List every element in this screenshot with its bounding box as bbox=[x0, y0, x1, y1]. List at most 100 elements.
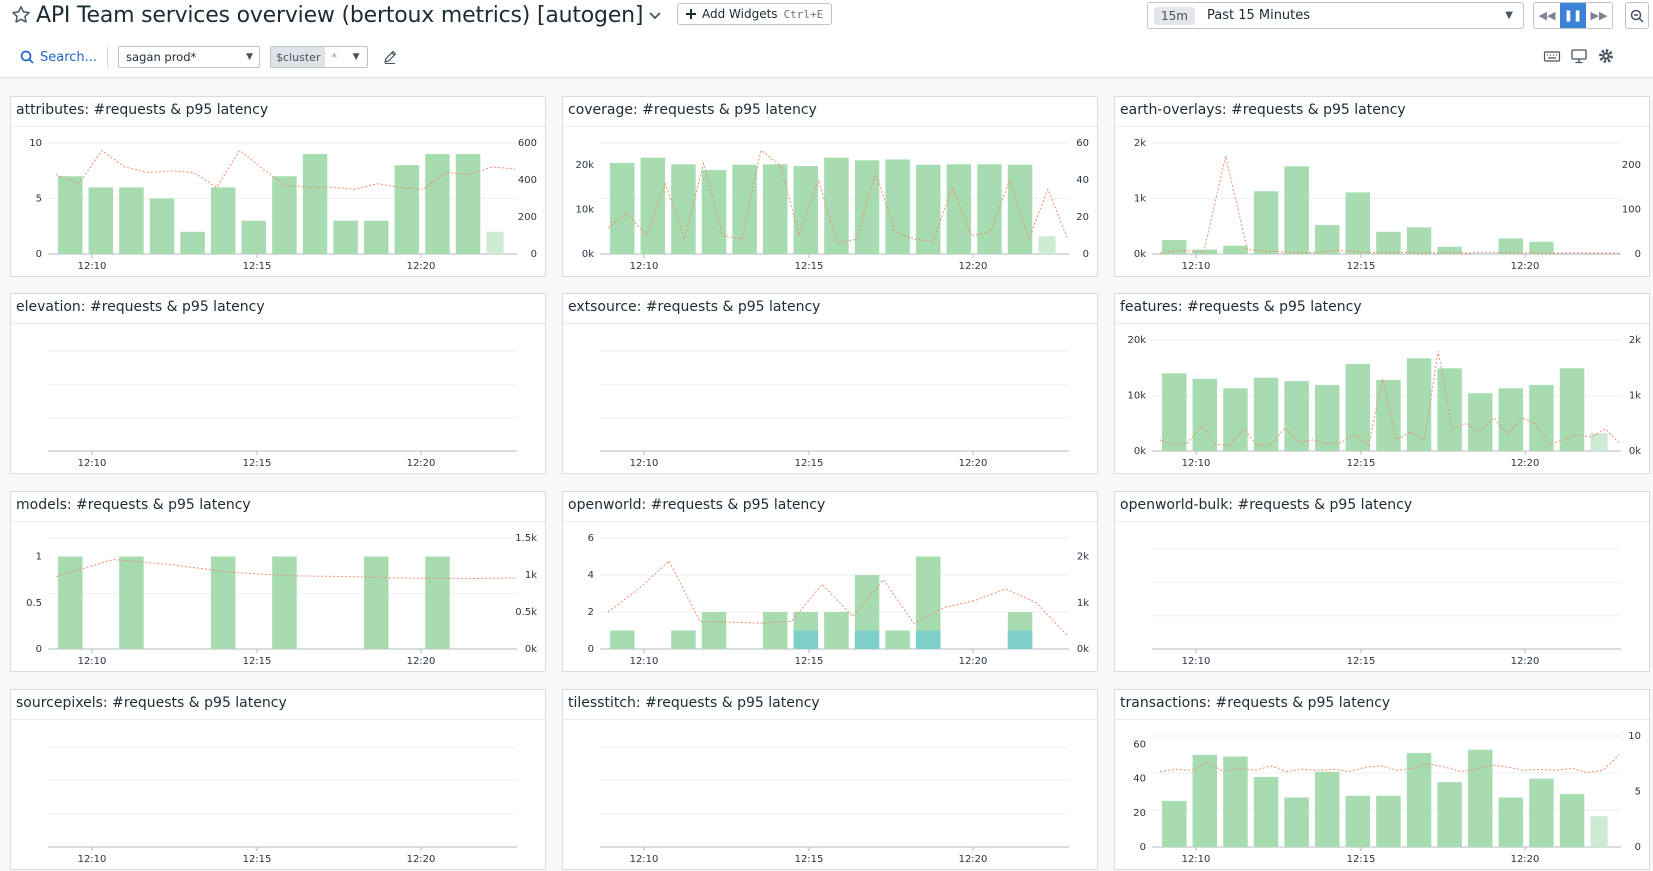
widget-title: sourcepixels: #requests & p95 latency bbox=[16, 695, 287, 711]
y-left-tick-label: 10k bbox=[1127, 391, 1146, 402]
widget-models[interactable]: models: #requests & p95 latency 0 0.5 1 0k 0.… bbox=[10, 491, 546, 672]
request-bar bbox=[1529, 241, 1554, 254]
request-bar bbox=[119, 187, 144, 254]
widget-attributes[interactable]: attributes: #requests & p95 latency 0 5 10 0… bbox=[10, 96, 546, 277]
timeseries-chart[interactable]: 12:10 12:15 12:20 bbox=[1115, 522, 1649, 671]
y-right-tick-label: 2k bbox=[1077, 552, 1089, 563]
widget-transactions[interactable]: transactions: #requests & p95 latency 0 20… bbox=[1114, 689, 1650, 870]
fast-forward-icon[interactable]: ▶▶ bbox=[1586, 3, 1612, 28]
request-bar bbox=[885, 630, 910, 649]
request-bar bbox=[763, 612, 788, 649]
y-left-tick-label: 20 bbox=[1133, 808, 1146, 819]
request-bar bbox=[1223, 388, 1248, 451]
widget-title: features: #requests & p95 latency bbox=[1120, 299, 1362, 315]
widget-elevation[interactable]: elevation: #requests & p95 latency 12:10 1… bbox=[10, 293, 546, 474]
request-bar bbox=[364, 220, 389, 254]
request-bar bbox=[425, 556, 450, 649]
request-bar bbox=[1253, 776, 1279, 847]
pencil-icon[interactable] bbox=[382, 49, 398, 65]
request-bar bbox=[333, 220, 358, 254]
request-bar bbox=[1284, 166, 1309, 254]
search-label: Search... bbox=[40, 49, 98, 65]
request-bar bbox=[119, 556, 144, 649]
y-right-tick-label: 0 bbox=[1635, 249, 1641, 260]
request-bar bbox=[1007, 164, 1033, 254]
timeseries-chart[interactable]: 0 5 10 0 200 400 600 12:10 12:15 12:20 bbox=[11, 127, 545, 276]
widget-openworld-bulk[interactable]: openworld-bulk: #requests & p95 latency 1… bbox=[1114, 491, 1650, 672]
timeseries-chart[interactable]: 0k 10k 20k 0k 1k 2k 12:10 12:15 12:20 bbox=[1115, 324, 1649, 473]
timeseries-chart[interactable]: 0 20 40 60 0 5 10 12:10 12:15 12:20 bbox=[1115, 720, 1649, 869]
x-tick-label: 12:15 bbox=[243, 656, 272, 667]
timeseries-chart[interactable]: 12:10 12:15 12:20 bbox=[563, 720, 1097, 869]
y-left-tick-label: 60 bbox=[1133, 740, 1146, 751]
y-left-tick-label: 2 bbox=[588, 607, 594, 618]
time-range-select[interactable]: 15m Past 15 Minutes ▼ bbox=[1147, 2, 1524, 29]
widget-sourcepixels[interactable]: sourcepixels: #requests & p95 latency 12:… bbox=[10, 689, 546, 870]
y-right-tick-label: 200 bbox=[1622, 160, 1641, 171]
request-bar bbox=[610, 630, 635, 649]
zoom-out-button[interactable] bbox=[1625, 2, 1649, 29]
widget-earth-overlays[interactable]: earth-overlays: #requests & p95 latency 0… bbox=[1114, 96, 1650, 277]
y-right-tick-label: 100 bbox=[1622, 205, 1641, 216]
widget-title: elevation: #requests & p95 latency bbox=[16, 299, 265, 315]
x-tick-label: 12:20 bbox=[407, 261, 436, 272]
x-tick-label: 12:20 bbox=[1511, 656, 1540, 667]
filter-row: Search... sagan prod* ▼ $cluster * ▼ bbox=[20, 44, 398, 70]
widget-openworld[interactable]: openworld: #requests & p95 latency 0 2 4 6 0k… bbox=[562, 491, 1098, 672]
y-right-tick-label: 20 bbox=[1076, 212, 1089, 223]
plus-icon bbox=[686, 9, 696, 19]
timeseries-chart[interactable]: 12:10 12:15 12:20 bbox=[563, 324, 1097, 473]
template-variable-cluster[interactable]: $cluster * ▼ bbox=[270, 46, 369, 68]
request-bar bbox=[1253, 191, 1279, 254]
timeseries-chart[interactable]: 12:10 12:15 12:20 bbox=[11, 720, 545, 869]
x-tick-label: 12:20 bbox=[959, 854, 988, 865]
y-right-tick-label: 0k bbox=[1077, 644, 1089, 655]
pause-icon[interactable]: ❚❚ bbox=[1560, 3, 1586, 28]
y-left-tick-label: 20k bbox=[1127, 335, 1146, 346]
scope-select[interactable]: sagan prod* ▼ bbox=[118, 46, 261, 68]
widget-coverage[interactable]: coverage: #requests & p95 latency 0k 10k 20… bbox=[562, 96, 1098, 277]
y-left-tick-label: 1 bbox=[36, 552, 42, 563]
timeseries-chart[interactable]: 0 2 4 6 0k 1k 2k 12:10 12:15 12:20 bbox=[563, 522, 1097, 671]
widget-extsource[interactable]: extsource: #requests & p95 latency 12:10 1… bbox=[562, 293, 1098, 474]
widget-tilesstitch[interactable]: tilesstitch: #requests & p95 latency 12:1… bbox=[562, 689, 1098, 870]
y-right-tick-label: 0.5k bbox=[515, 607, 537, 618]
request-bar bbox=[732, 164, 757, 254]
y-right-tick-label: 0k bbox=[525, 644, 537, 655]
x-tick-label: 12:10 bbox=[630, 854, 659, 865]
y-left-tick-label: 2k bbox=[1134, 138, 1146, 149]
add-widgets-button[interactable]: Add Widgets Ctrl+E bbox=[677, 3, 833, 25]
search-button[interactable]: Search... bbox=[20, 47, 109, 67]
widget-title: tilesstitch: #requests & p95 latency bbox=[568, 695, 820, 711]
request-bar bbox=[946, 164, 972, 254]
search-icon bbox=[20, 50, 34, 64]
rewind-icon[interactable]: ◀◀ bbox=[1534, 3, 1560, 28]
monitor-icon[interactable] bbox=[1570, 47, 1588, 65]
y-right-tick-label: 2k bbox=[1629, 335, 1641, 346]
title-row: API Team services overview (bertoux metr… bbox=[10, 0, 663, 30]
chevron-down-icon[interactable] bbox=[647, 7, 663, 23]
keyboard-icon[interactable] bbox=[1543, 47, 1561, 65]
x-tick-label: 12:15 bbox=[1347, 656, 1376, 667]
request-bar bbox=[1559, 794, 1585, 847]
gear-icon[interactable] bbox=[1597, 47, 1615, 65]
request-bar bbox=[824, 612, 849, 649]
y-left-tick-label: 0 bbox=[1140, 842, 1146, 853]
request-bar bbox=[1468, 749, 1493, 847]
x-tick-label: 12:20 bbox=[407, 458, 436, 469]
time-range-label: Past 15 Minutes bbox=[1206, 8, 1311, 23]
timeseries-chart[interactable]: 12:10 12:15 12:20 bbox=[11, 324, 545, 473]
y-right-tick-label: 1k bbox=[525, 570, 537, 581]
x-tick-label: 12:10 bbox=[630, 458, 659, 469]
x-tick-label: 12:20 bbox=[1511, 261, 1540, 272]
star-icon[interactable] bbox=[10, 4, 32, 26]
timeseries-chart[interactable]: 0k 1k 2k 0 100 200 12:10 12:15 12:20 bbox=[1115, 127, 1649, 276]
widget-title: coverage: #requests & p95 latency bbox=[568, 102, 817, 118]
x-tick-label: 12:20 bbox=[407, 656, 436, 667]
request-bar bbox=[885, 159, 910, 254]
timeseries-chart[interactable]: 0 0.5 1 0k 0.5k 1k 1.5k 12:10 12:15 12:20 bbox=[11, 522, 545, 671]
timeseries-chart[interactable]: 0k 10k 20k 0 20 40 60 12:10 12:15 12:20 bbox=[563, 127, 1097, 276]
request-bar bbox=[763, 164, 788, 254]
widget-features[interactable]: features: #requests & p95 latency 0k 10k 20… bbox=[1114, 293, 1650, 474]
y-right-tick-label: 0 bbox=[1635, 842, 1641, 853]
